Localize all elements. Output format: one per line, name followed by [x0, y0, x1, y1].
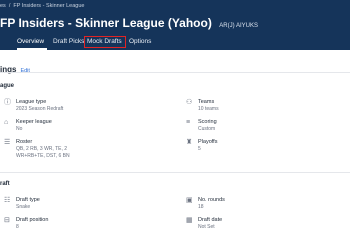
roster-icon: ☰	[4, 139, 11, 146]
page-title: FP Insiders - Skinner League (Yahoo)	[0, 16, 212, 30]
settings-panel: ings Edit ague ⓘ League type 2023 Season …	[0, 50, 350, 250]
edit-settings-link[interactable]: Edit	[20, 68, 29, 74]
page-title-row: FP Insiders - Skinner League (Yahoo) AR(…	[0, 14, 258, 32]
playoffs-value: 5	[198, 146, 201, 152]
roster-value-line2: WR+RB+TE, DST, 6 BN	[16, 153, 70, 159]
keeper-league-value: No	[16, 126, 23, 132]
mock-drafts-highlight	[84, 36, 126, 48]
settings-header: ings Edit	[0, 59, 30, 77]
breadcrumb: es / FP Insiders - Skinner League	[0, 3, 84, 9]
team-tag: AR(J) AIYUKS	[219, 23, 258, 29]
rounds-value: 18	[198, 204, 204, 210]
position-icon: ⊟	[4, 217, 10, 224]
keeper-league-label: Keeper league	[16, 119, 52, 125]
tag-icon: ⌂	[4, 119, 9, 126]
draft-group-label: raft	[0, 181, 10, 187]
draft-position-label: Draft position	[16, 217, 49, 223]
league-type-value: 2023 Season Redraft	[16, 106, 64, 112]
playoffs-label: Playoffs	[198, 139, 218, 145]
league-group-label: ague	[0, 83, 15, 89]
draft-type-value: Snake	[16, 204, 31, 210]
scoring-label: Scoring	[198, 119, 217, 125]
draft-type-icon: ☷	[4, 197, 11, 204]
scoring-value: Custom	[198, 126, 216, 132]
team-icon: ⚇	[186, 99, 193, 106]
breadcrumb-current: FP Insiders - Skinner League	[13, 3, 85, 9]
tab-overview[interactable]: Overview	[17, 38, 44, 45]
draft-position-value: 8	[16, 224, 19, 230]
info-icon: ⓘ	[4, 99, 11, 106]
trophy-icon: ♜	[186, 139, 193, 146]
draft-date-value: Not Set	[198, 224, 215, 230]
breadcrumb-parent-link[interactable]: es	[0, 3, 6, 9]
draft-date-label: Draft date	[198, 217, 223, 223]
section-divider	[0, 72, 350, 73]
roster-label: Roster	[16, 139, 33, 145]
rounds-icon: ▣	[186, 197, 193, 204]
roster-value: QB, 2 RB, 3 WR, TE, 2	[16, 146, 68, 152]
teams-label: Teams	[198, 99, 215, 105]
breadcrumb-separator: /	[8, 3, 11, 9]
tab-options[interactable]: Options	[129, 38, 151, 45]
league-header: es / FP Insiders - Skinner League FP Insid…	[0, 0, 350, 50]
league-type-label: League type	[16, 99, 47, 105]
calendar-icon: ▦	[186, 217, 193, 224]
draft-type-label: Draft type	[16, 197, 40, 203]
tab-bar: Overview Draft Picks Mock Drafts Options	[0, 36, 350, 50]
scoring-icon: ≡	[186, 119, 191, 126]
teams-value: 10 teams	[198, 106, 219, 112]
tab-draft-picks[interactable]: Draft Picks	[53, 38, 84, 45]
group-divider	[0, 172, 350, 173]
rounds-label: No. rounds	[198, 197, 225, 203]
